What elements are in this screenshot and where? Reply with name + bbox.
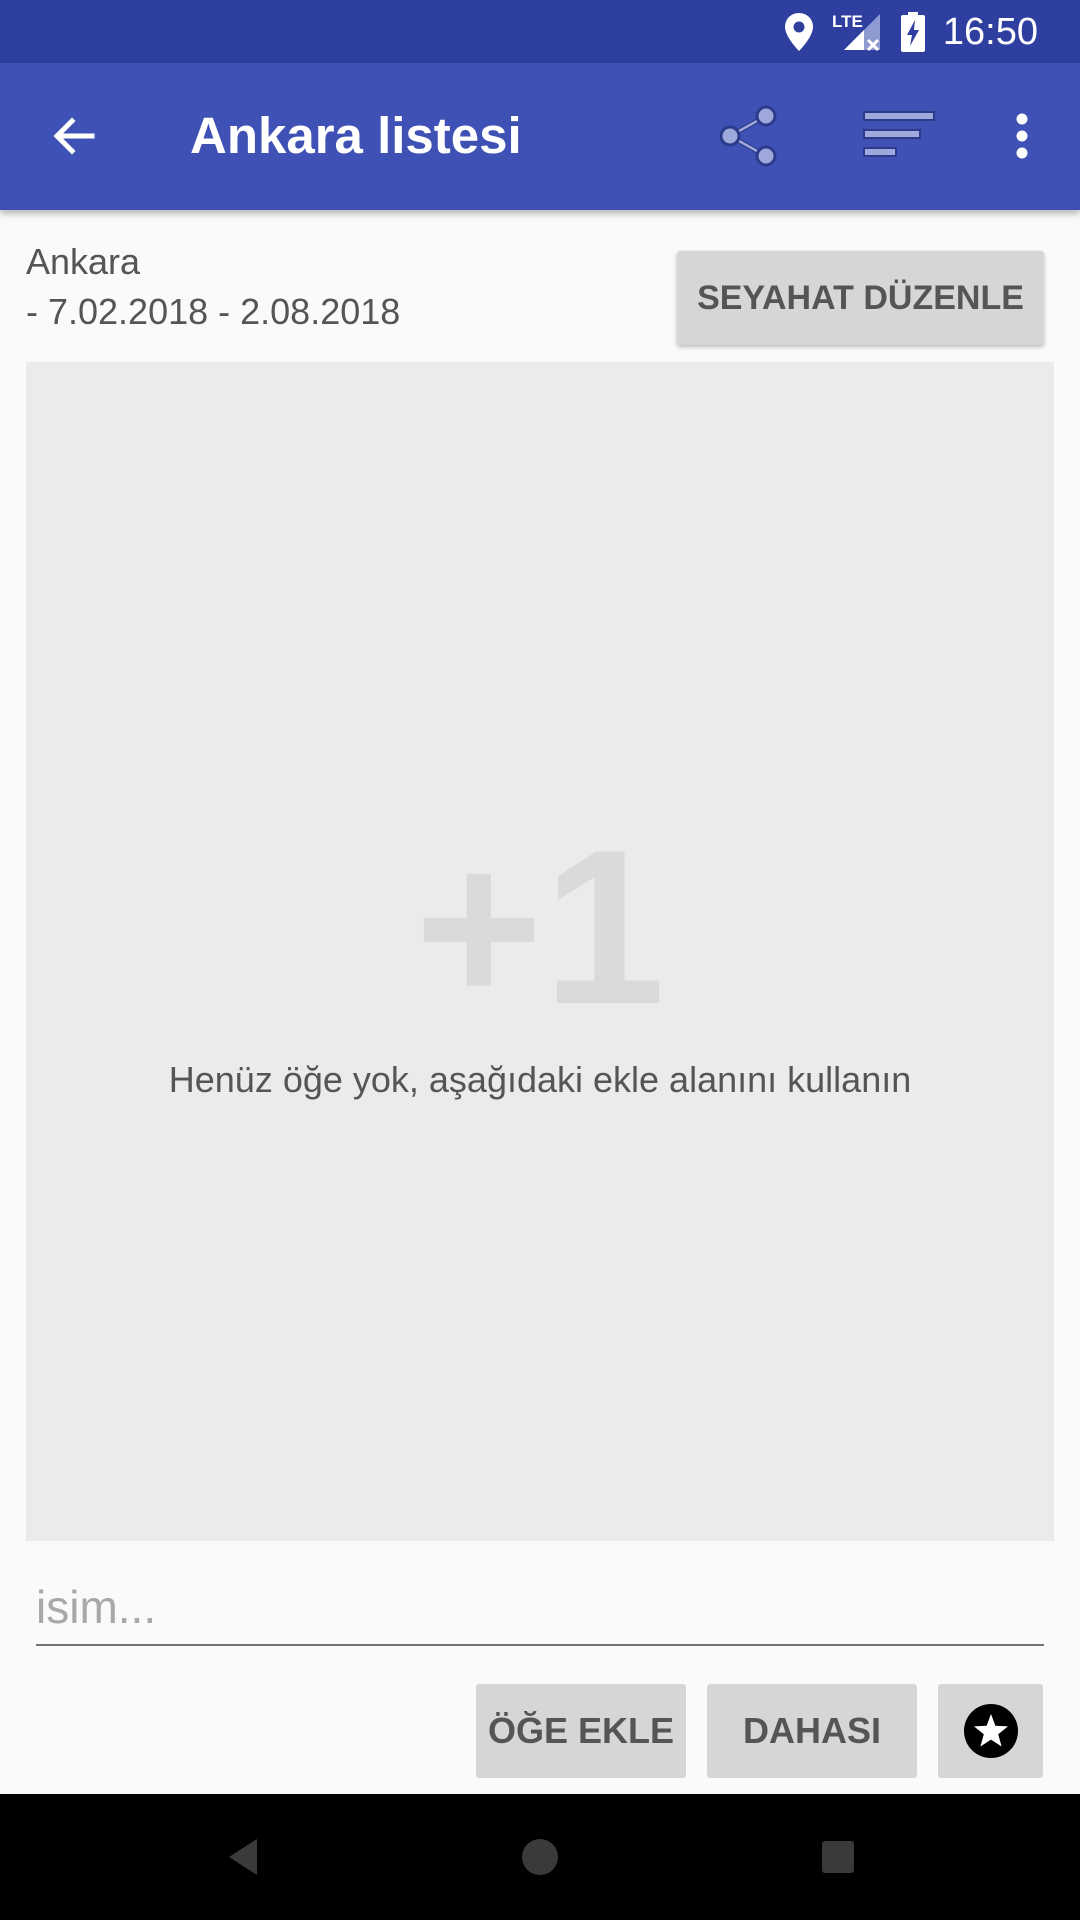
item-name-input[interactable] xyxy=(36,1570,1044,1646)
battery-icon xyxy=(900,12,926,57)
trip-info: Ankara - 7.02.2018 - 2.08.2018 xyxy=(26,237,400,337)
empty-message: Henüz öğe yok, aşağıdaki ekle alanını ku… xyxy=(168,1059,912,1100)
location-icon xyxy=(784,12,814,57)
status-time: 16:50 xyxy=(942,11,1038,53)
add-item-button[interactable]: ÖĞE EKLE xyxy=(476,1684,686,1778)
nav-home-icon[interactable] xyxy=(512,1829,568,1885)
share-icon[interactable] xyxy=(710,98,786,174)
signal-icon xyxy=(842,12,882,57)
trip-city: Ankara xyxy=(26,241,141,282)
star-icon xyxy=(963,1703,1019,1759)
page-title: Ankara listesi xyxy=(190,107,522,164)
system-nav-bar xyxy=(0,1794,1080,1920)
sort-icon[interactable] xyxy=(862,98,938,174)
nav-back-icon[interactable] xyxy=(215,1829,271,1885)
app-bar: Ankara listesi xyxy=(0,63,1080,210)
nav-recents-icon[interactable] xyxy=(810,1829,866,1885)
more-button[interactable]: DAHASI xyxy=(707,1684,917,1778)
items-list-empty-panel: +1 Henüz öğe yok, aşağıdaki ekle alanını… xyxy=(26,362,1054,1541)
trip-dates: - 7.02.2018 - 2.08.2018 xyxy=(26,291,401,332)
more-vert-icon[interactable] xyxy=(984,98,1060,174)
back-arrow-icon[interactable] xyxy=(36,98,112,174)
empty-plus-one: +1 xyxy=(414,804,666,1050)
status-bar: LTE 16:50 xyxy=(0,0,1080,63)
favorite-button[interactable] xyxy=(938,1684,1043,1778)
edit-trip-button[interactable]: SEYAHAT DÜZENLE xyxy=(677,251,1044,345)
